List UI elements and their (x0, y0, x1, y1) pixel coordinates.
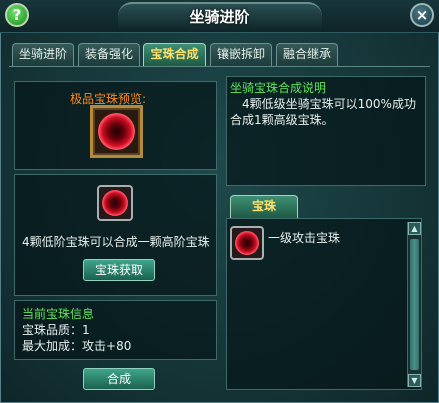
gem-info-heading: 当前宝珠信息 (22, 307, 95, 321)
scrollbar[interactable]: ▲ ▼ (407, 222, 421, 387)
window-title: 坐骑进阶 (189, 8, 250, 26)
gem-input-slot[interactable] (97, 185, 133, 221)
tab-inlay-remove[interactable]: 镶嵌拆卸 (210, 43, 272, 66)
red-gem-icon (98, 113, 135, 150)
gem-bonus: 最大加成：攻击+80 (22, 337, 131, 354)
gem-quality-label: 宝珠品质： (22, 323, 83, 337)
tab-divider (9, 66, 430, 67)
help-icon[interactable]: ? (5, 3, 29, 27)
gem-item-name: 一级攻击宝珠 (268, 231, 341, 245)
tab-gem-list[interactable]: 宝珠 (230, 195, 298, 218)
tab-mount-advance[interactable]: 坐骑进阶 (12, 43, 74, 66)
get-gem-button[interactable]: 宝珠获取 (83, 259, 155, 281)
red-gem-icon (102, 190, 128, 216)
gem-bonus-label: 最大加成： (22, 339, 83, 353)
description-heading: 坐骑宝珠合成说明 (230, 81, 327, 95)
red-gem-icon (235, 231, 259, 255)
description-line-1: 4颗低级坐骑宝珠可以100%成功 (242, 97, 416, 111)
combine-button[interactable]: 合成 (83, 368, 155, 390)
gem-bonus-value: 攻击+80 (82, 339, 132, 353)
scroll-thumb[interactable] (410, 239, 419, 370)
tab-gem-combine[interactable]: 宝珠合成 (143, 43, 206, 66)
title-bar: 坐骑进阶 ? × (0, 0, 439, 33)
close-icon[interactable]: × (410, 3, 434, 27)
gem-item-slot[interactable] (230, 226, 264, 260)
scroll-up-icon[interactable]: ▲ (408, 222, 421, 235)
preview-gem-slot (90, 105, 143, 158)
tab-equip-enhance[interactable]: 装备强化 (78, 43, 140, 66)
gem-quality-value: 1 (82, 323, 90, 337)
scroll-down-icon[interactable]: ▼ (408, 374, 421, 387)
tab-fusion-inherit[interactable]: 融合继承 (276, 43, 338, 66)
description-line-2: 合成1颗高级宝珠。 (230, 113, 334, 127)
gem-quality: 宝珠品质：1 (22, 321, 90, 338)
combine-hint: 4颗低阶宝珠可以合成一颗高阶宝珠 (22, 235, 210, 249)
